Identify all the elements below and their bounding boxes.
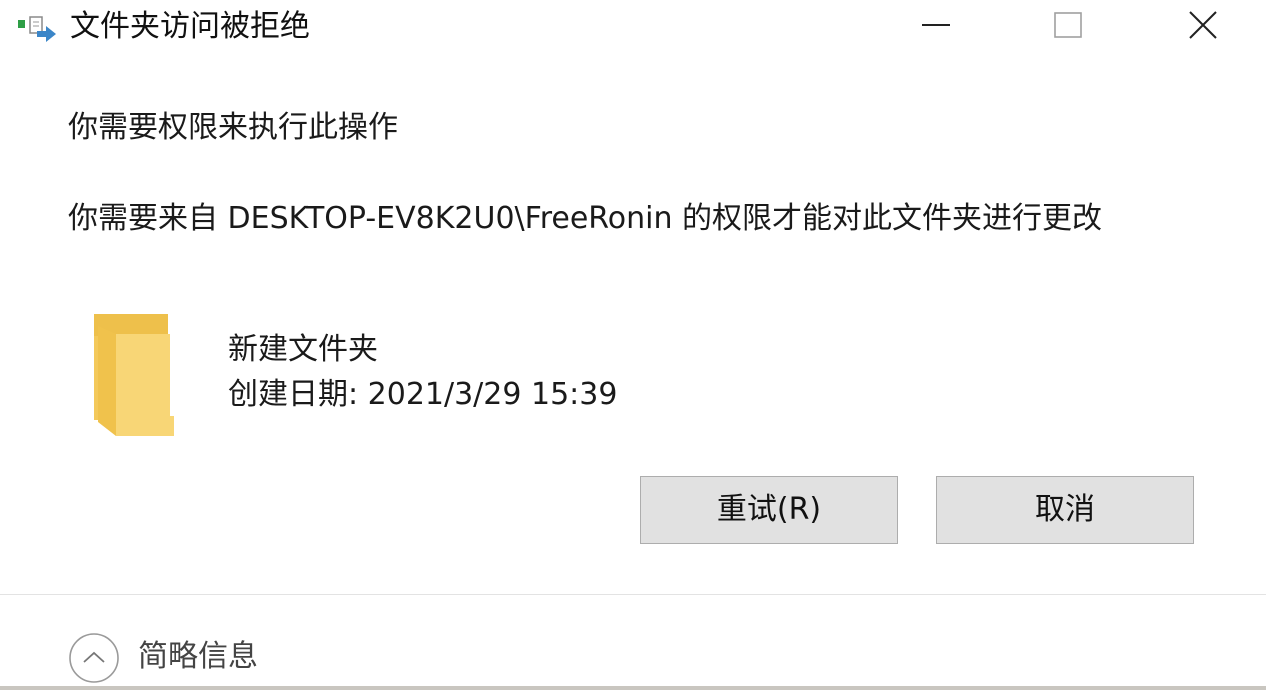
- folder-created-date: 创建日期: 2021/3/29 15:39: [228, 377, 618, 412]
- title-bar: 文件夹访问被拒绝: [0, 0, 1266, 56]
- details-toggle-label[interactable]: 简略信息: [138, 637, 258, 677]
- close-button[interactable]: [1168, 0, 1238, 52]
- dialog-heading: 你需要权限来执行此操作: [68, 110, 398, 145]
- retry-button[interactable]: 重试(R): [640, 476, 898, 544]
- dialog-message: 你需要来自 DESKTOP-EV8K2U0\FreeRonin 的权限才能对此文…: [68, 201, 1103, 236]
- cancel-button[interactable]: 取消: [936, 476, 1194, 544]
- maximize-button[interactable]: [1034, 0, 1104, 52]
- folder-name: 新建文件夹: [228, 332, 378, 367]
- maximize-icon: [1054, 12, 1082, 38]
- minimize-icon: [922, 24, 950, 26]
- minimize-button[interactable]: [902, 0, 972, 52]
- chevron-up-icon: [69, 633, 119, 683]
- folder-move-icon: [16, 14, 60, 44]
- folder-icon: [88, 312, 184, 440]
- window-title: 文件夹访问被拒绝: [70, 9, 310, 44]
- collapse-details-button[interactable]: [66, 632, 122, 684]
- close-icon: [1189, 11, 1217, 39]
- window-bottom-edge: [0, 686, 1266, 690]
